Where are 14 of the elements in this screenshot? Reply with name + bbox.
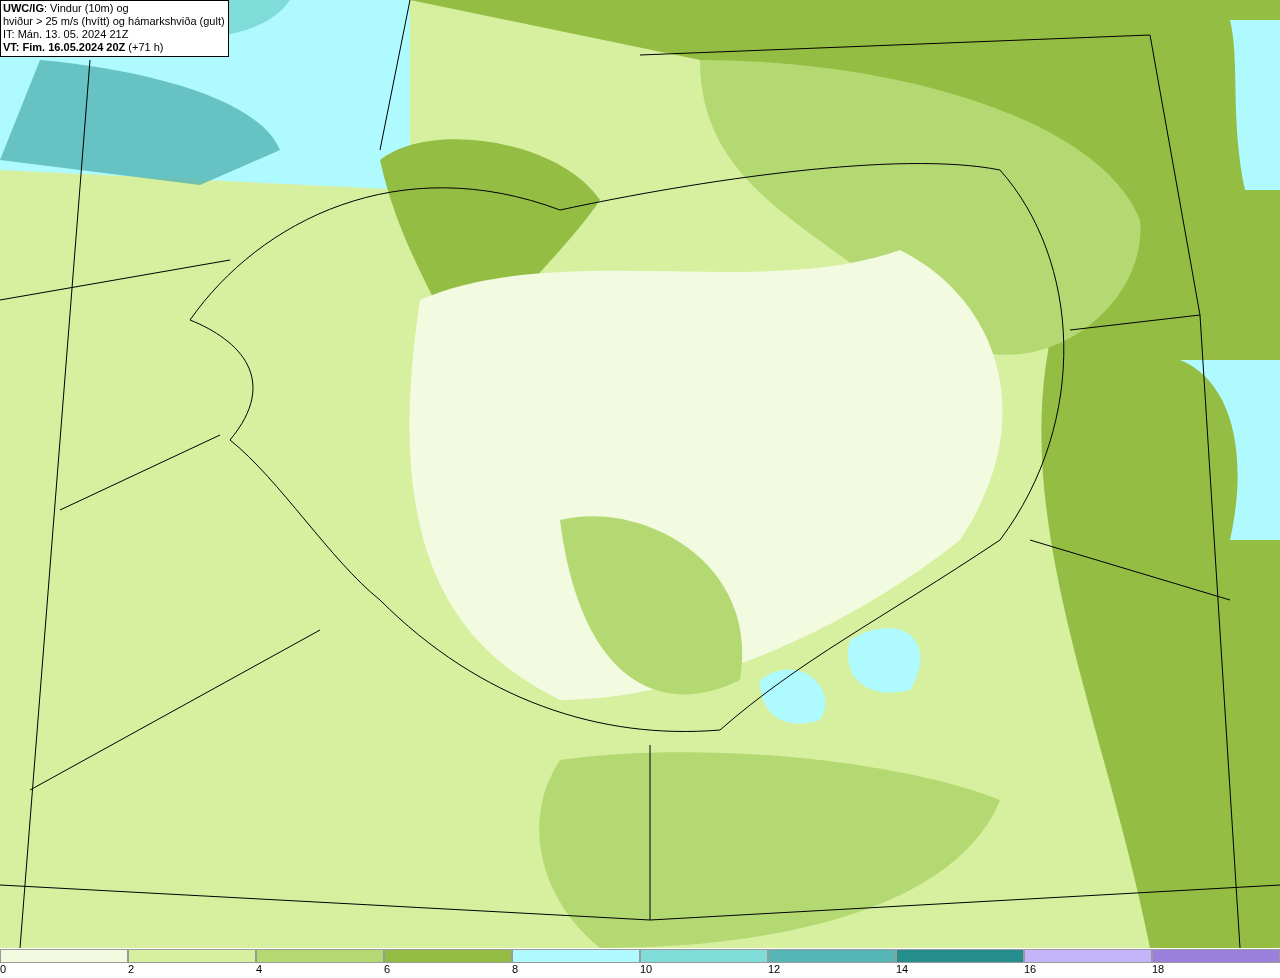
legend-text: hviður > 25 m/s (hvítt) og hámarkshviða (gult) [3, 15, 225, 28]
scale-label: 14 [896, 963, 909, 976]
scale-label: 10 [640, 963, 653, 976]
legend-text: VT: Fim. 16.05.2024 20Z (+71 h) [3, 41, 165, 54]
scale-label: 12 [768, 963, 781, 976]
scale-label: 2 [128, 963, 135, 976]
scale-label: 16 [1024, 963, 1037, 976]
legend-text: IT: Mán. 13. 05. 2024 21Z [3, 28, 130, 41]
scale-label: 6 [384, 963, 391, 976]
legend-text: UWC/IG: Vindur (10m) og [3, 2, 130, 15]
scale-label: 8 [512, 963, 519, 976]
scale-label: 4 [256, 963, 263, 976]
scale-label: 0 [0, 963, 7, 976]
scale-label: 18 [1152, 963, 1165, 976]
